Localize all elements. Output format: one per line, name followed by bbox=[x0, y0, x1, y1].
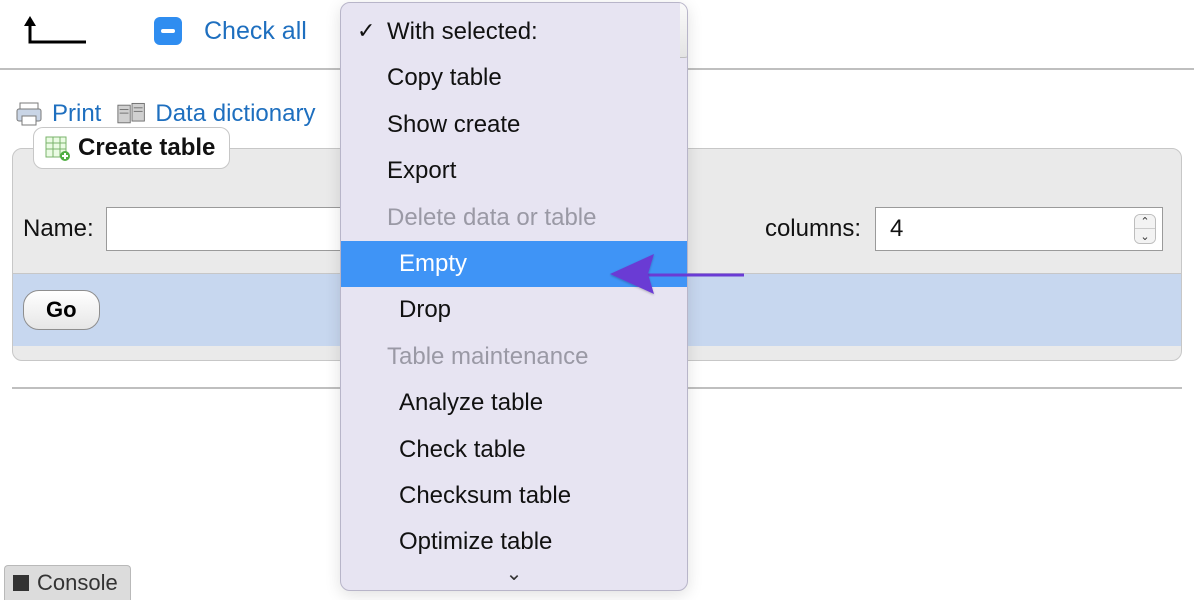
spinner-down-icon[interactable]: ⌄ bbox=[1135, 229, 1155, 243]
dropdown-item-show-create[interactable]: Show create bbox=[341, 102, 687, 148]
print-link[interactable]: Print bbox=[52, 100, 101, 128]
dropdown-group-delete: Delete data or table bbox=[341, 195, 687, 241]
with-selected-dropdown[interactable]: With selected: Copy table Show create Ex… bbox=[340, 2, 688, 591]
indeterminate-icon bbox=[161, 29, 175, 33]
data-dictionary-link[interactable]: Data dictionary bbox=[155, 100, 315, 128]
dropdown-selected-header[interactable]: With selected: bbox=[341, 9, 687, 55]
check-all-link[interactable]: Check all bbox=[204, 17, 307, 46]
dropdown-group-maintenance: Table maintenance bbox=[341, 334, 687, 380]
columns-input[interactable]: 4 ⌃ ⌄ bbox=[875, 207, 1163, 251]
up-left-arrow-icon bbox=[22, 14, 88, 48]
console-toggle-button[interactable]: Console bbox=[4, 565, 131, 600]
columns-field: columns: 4 ⌃ ⌄ bbox=[765, 207, 1163, 251]
columns-value: 4 bbox=[890, 215, 903, 243]
create-table-legend-text: Create table bbox=[78, 134, 215, 162]
new-table-icon bbox=[44, 135, 70, 161]
console-label: Console bbox=[37, 570, 118, 596]
dropdown-item-checksum[interactable]: Checksum table bbox=[341, 473, 687, 519]
number-spinner[interactable]: ⌃ ⌄ bbox=[1134, 214, 1156, 244]
spinner-up-icon[interactable]: ⌃ bbox=[1135, 215, 1155, 229]
data-dictionary-icon bbox=[117, 101, 147, 127]
go-button[interactable]: Go bbox=[23, 290, 100, 330]
console-icon bbox=[13, 575, 29, 591]
name-label: Name: bbox=[23, 215, 94, 243]
dropdown-item-export[interactable]: Export bbox=[341, 148, 687, 194]
check-all-checkbox[interactable] bbox=[154, 17, 182, 45]
dropdown-item-optimize[interactable]: Optimize table bbox=[341, 519, 687, 558]
dropdown-item-copy-table[interactable]: Copy table bbox=[341, 55, 687, 101]
dropdown-item-analyze[interactable]: Analyze table bbox=[341, 380, 687, 426]
dropdown-item-empty[interactable]: Empty bbox=[341, 241, 687, 287]
printer-icon bbox=[14, 101, 44, 127]
columns-label: columns: bbox=[765, 215, 861, 243]
create-table-legend: Create table bbox=[33, 127, 230, 169]
dropdown-item-check[interactable]: Check table bbox=[341, 427, 687, 473]
dropdown-item-drop[interactable]: Drop bbox=[341, 287, 687, 333]
dropdown-scroll-down-icon[interactable]: ⌄ bbox=[341, 559, 687, 590]
